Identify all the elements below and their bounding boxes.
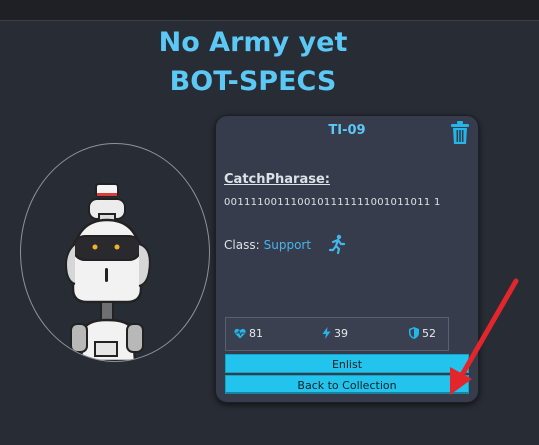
class-label: Class: [224,238,260,252]
enlist-button[interactable]: Enlist [225,354,469,373]
robot-illustration [65,183,151,361]
health-value: 81 [249,327,263,340]
running-person-icon [328,234,346,254]
catchphrase-value: 0011110011100101111111001011011 1 [224,197,441,208]
back-to-collection-button[interactable]: Back to Collection [225,375,469,394]
damage-stat: 39 [322,327,348,340]
shield-icon [409,327,419,339]
trash-icon[interactable] [450,121,470,145]
armor-stat: 52 [409,327,436,340]
heart-pulse-icon [234,328,246,339]
health-stat: 81 [234,327,263,340]
lightning-icon [322,327,331,339]
page-title: No Army yet [158,27,348,58]
stats-panel: 81 39 52 [225,317,449,351]
class-row: Class: Support [224,238,311,252]
bot-avatar [20,143,210,362]
annotation-arrow-icon [450,278,519,395]
bot-name: TI-09 [328,123,366,138]
armor-value: 52 [422,327,436,340]
catchphrase-label: CatchPharase: [224,172,330,187]
top-bar [0,0,539,21]
damage-value: 39 [334,327,348,340]
class-value: Support [263,238,312,252]
page-subtitle: BOT-SPECS [169,66,337,97]
